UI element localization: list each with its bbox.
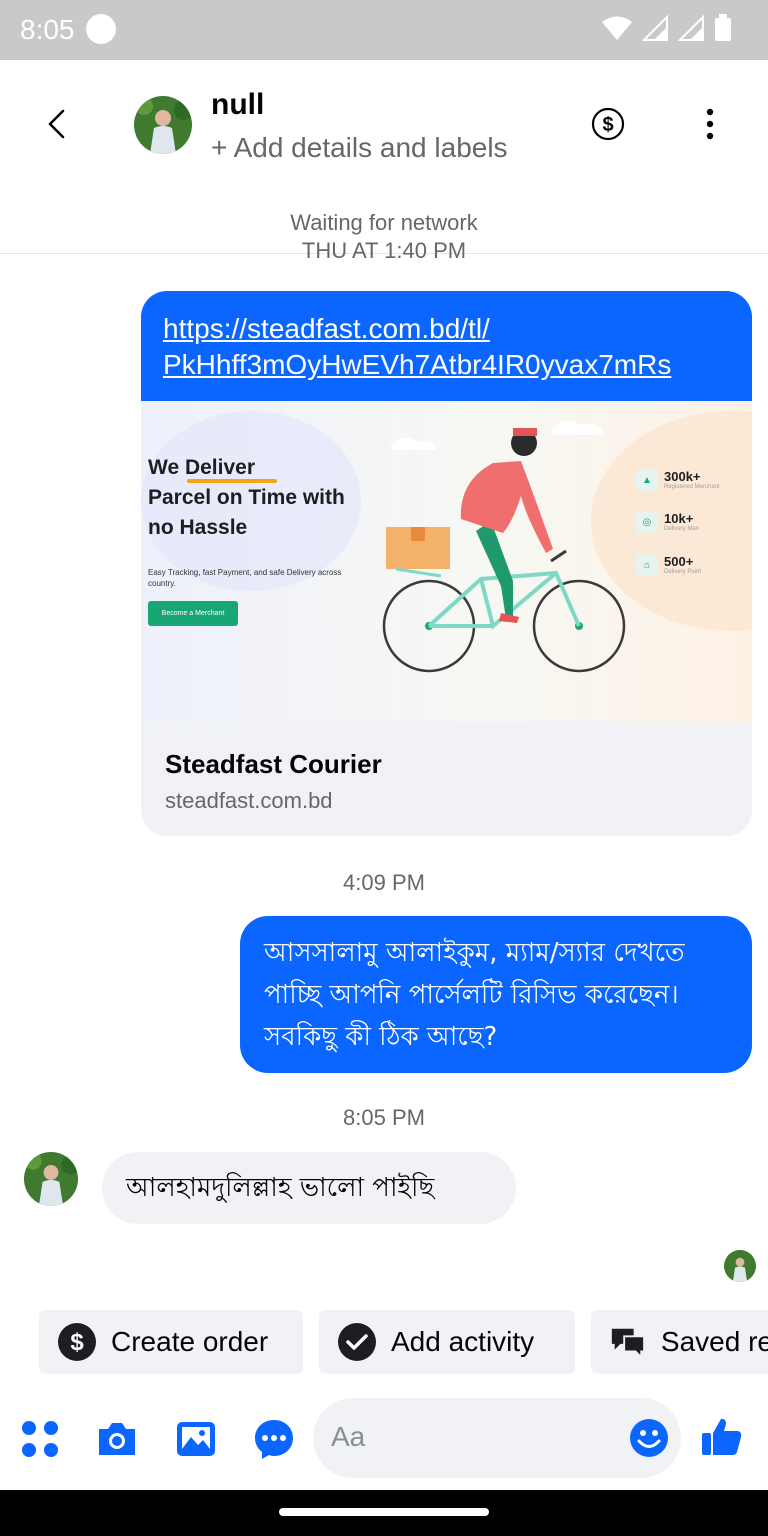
seen-avatar — [724, 1250, 756, 1282]
composer-bar: Aa — [0, 1395, 768, 1490]
wifi-icon — [602, 16, 632, 40]
status-time: 8:05 — [20, 14, 75, 45]
stat-value: 10k+ — [664, 511, 694, 526]
quick-actions-bar: $ Create order Add activity Saved re — [39, 1310, 768, 1374]
stat-delivery-man: ◎ 10k+ Delivery Man — [636, 511, 699, 533]
status-bar: 8:05 — [0, 0, 768, 60]
add-activity-label: Add activity — [391, 1326, 535, 1357]
link-url-line-1[interactable]: https://steadfast.com.bd/tl/ — [163, 311, 730, 347]
dollar-icon[interactable]: $ — [590, 106, 626, 142]
notification-dot-icon — [86, 14, 116, 44]
create-order-label: Create order — [111, 1326, 269, 1357]
stat-value: 500+ — [664, 554, 694, 569]
link-url-line-2[interactable]: PkHhff3mOyHwEVh7Atbr4IR0yvax7mRs — [163, 347, 730, 383]
conversation-header: null + Add details and labels $ Waiting … — [0, 60, 768, 254]
outgoing-message[interactable]: আসসালামু আলাইকুম, ম্যাম/স্যার দেখতে পাচ্… — [240, 916, 752, 1073]
timestamp-805: 8:05 PM — [343, 1105, 425, 1130]
incoming-message[interactable]: আলহামদুলিল্লাহ ভালো পাইছি — [102, 1152, 516, 1224]
sender-avatar[interactable] — [24, 1152, 78, 1206]
gallery-icon[interactable] — [174, 1417, 218, 1461]
link-preview-title: Steadfast Courier — [165, 749, 382, 779]
heading-underline — [187, 479, 277, 483]
image-heading: We Deliver Parcel on Time with no Hassle — [148, 453, 345, 543]
saved-replies-label: Saved re — [660, 1326, 768, 1357]
link-preview-image[interactable]: We Deliver Parcel on Time with no Hassle… — [141, 401, 752, 721]
system-nav-bar — [0, 1490, 768, 1536]
signal-icon-2 — [678, 15, 704, 41]
thumbs-up-icon[interactable] — [700, 1415, 744, 1459]
saved-replies-button[interactable]: Saved re — [591, 1310, 768, 1374]
camera-icon[interactable] — [95, 1417, 139, 1461]
stat-value: 300k+ — [664, 469, 701, 484]
network-status: Waiting for network — [290, 210, 478, 235]
contact-avatar[interactable] — [134, 96, 192, 154]
stat-label: Delivery Point — [664, 569, 702, 575]
signal-icon — [642, 15, 668, 41]
image-tagline: Easy Tracking, fast Payment, and safe De… — [148, 568, 342, 588]
dollar-circle-icon: $ — [58, 1323, 96, 1361]
svg-text:$: $ — [70, 1329, 84, 1356]
back-arrow-icon[interactable] — [40, 106, 76, 142]
add-activity-button[interactable]: Add activity — [319, 1310, 575, 1374]
image-heading-line-2: Parcel on Time with — [148, 486, 345, 509]
timestamp-thu: THU AT 1:40 PM — [0, 242, 768, 268]
merchant-icon: ▲ — [636, 469, 658, 491]
stat-label: Registered Merchant — [664, 484, 720, 490]
message-input-placeholder: Aa — [331, 1421, 366, 1452]
svg-text:$: $ — [602, 114, 613, 136]
create-order-button[interactable]: $ Create order — [39, 1310, 303, 1374]
stat-label: Delivery Man — [664, 526, 700, 532]
more-options-icon[interactable] — [696, 106, 724, 142]
home-icon: ⌂ — [636, 554, 658, 576]
chat-bubbles-icon — [611, 1328, 646, 1360]
home-gesture-handle[interactable] — [279, 1508, 489, 1516]
image-heading-line-3: no Hassle — [148, 516, 248, 539]
stat-delivery-point: ⌂ 500+ Delivery Point — [636, 554, 701, 576]
contact-name[interactable]: null — [211, 88, 264, 122]
timestamp-thu-text: THU AT 1:40 PM — [301, 242, 467, 263]
add-details-link[interactable]: + Add details and labels — [211, 132, 508, 164]
status-icons — [602, 14, 732, 42]
link-preview-message[interactable]: https://steadfast.com.bd/tl/ PkHhff3mOyH… — [141, 291, 752, 836]
link-preview-meta[interactable]: Steadfast Courier steadfast.com.bd — [141, 721, 752, 836]
stat-merchants: ▲ 300k+ Registered Merchant — [636, 469, 720, 491]
link-preview-domain: steadfast.com.bd — [165, 788, 333, 813]
chat-bubble-icon[interactable] — [252, 1417, 296, 1461]
check-circle-icon — [338, 1323, 376, 1361]
message-input[interactable]: Aa — [313, 1398, 681, 1478]
bike-icon: ◎ — [636, 511, 658, 533]
image-cta-button: Become a Merchant — [148, 601, 238, 626]
timestamp-409: 4:09 PM — [343, 870, 425, 895]
emoji-icon[interactable] — [629, 1418, 669, 1458]
apps-grid-icon[interactable] — [18, 1417, 62, 1461]
link-url-block[interactable]: https://steadfast.com.bd/tl/ PkHhff3mOyH… — [141, 291, 752, 401]
battery-icon — [715, 14, 731, 41]
